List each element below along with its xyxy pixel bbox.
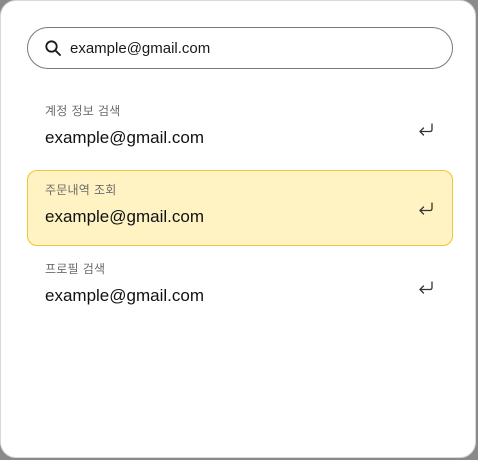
results-list: 계정 정보 검색 example@gmail.com 주문내역 조회 examp… [27, 91, 453, 328]
search-box[interactable] [27, 27, 453, 69]
result-label: 주문내역 조회 [45, 183, 117, 197]
enter-icon [419, 123, 433, 136]
result-item-order-history[interactable]: 주문내역 조회 example@gmail.com [27, 170, 453, 246]
search-input[interactable] [70, 28, 440, 68]
search-icon [45, 40, 61, 56]
result-label: 프로필 검색 [45, 262, 106, 276]
result-item-account-search[interactable]: 계정 정보 검색 example@gmail.com [27, 91, 453, 167]
result-label: 계정 정보 검색 [45, 104, 121, 118]
enter-icon [419, 281, 433, 294]
result-value: example@gmail.com [45, 207, 204, 226]
enter-icon [419, 202, 433, 215]
command-palette: 계정 정보 검색 example@gmail.com 주문내역 조회 examp… [0, 0, 476, 458]
result-item-profile-search[interactable]: 프로필 검색 example@gmail.com [27, 249, 453, 325]
result-value: example@gmail.com [45, 128, 204, 147]
result-value: example@gmail.com [45, 286, 204, 305]
